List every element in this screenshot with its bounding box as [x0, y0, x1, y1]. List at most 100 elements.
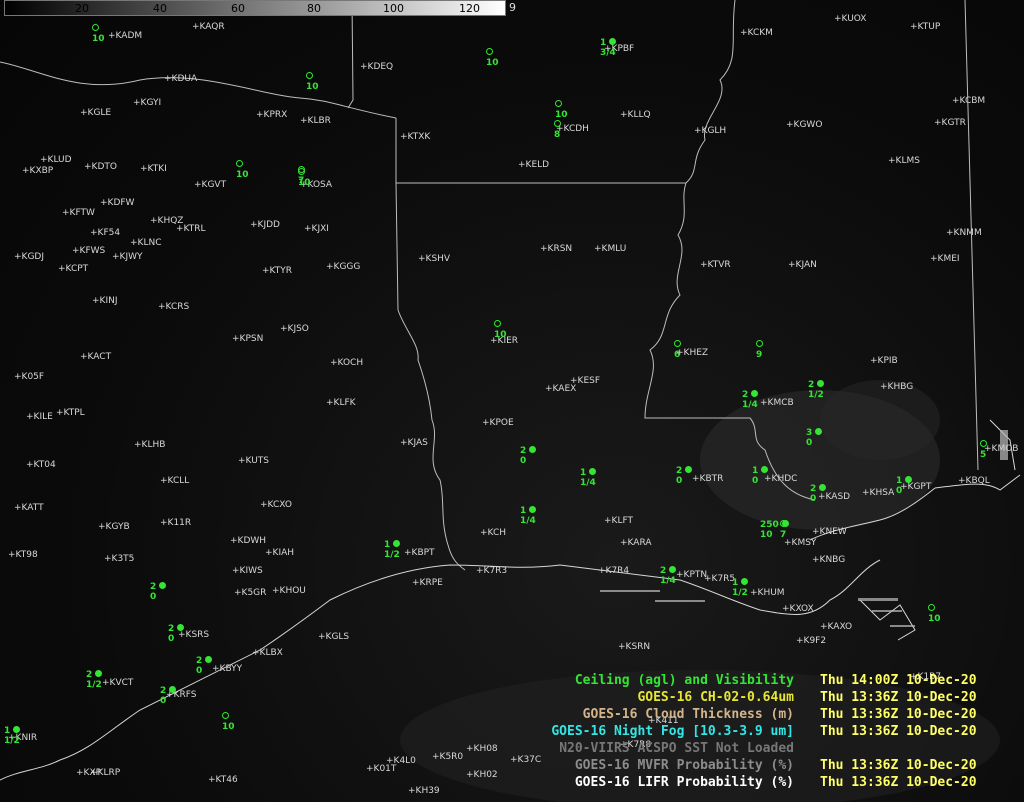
- visibility-observation: 1 0: [896, 476, 913, 496]
- visibility-value: 8: [554, 130, 561, 140]
- station-label: +K9F2: [796, 636, 827, 646]
- sky-cover-icon: [306, 72, 313, 79]
- visibility-value: 0: [752, 476, 759, 486]
- visibility-observation: 1 1/4: [520, 506, 537, 526]
- station-label: +KDTO: [84, 162, 117, 172]
- ceiling-value: 1: [580, 468, 590, 478]
- station-label: +K11R: [160, 518, 192, 528]
- visibility-observation: 1 0: [752, 466, 769, 486]
- station-label: +KH39: [408, 786, 440, 796]
- sky-cover-icon: [819, 484, 827, 491]
- station-label: +KOCH: [330, 358, 364, 368]
- station-label: +KJSO: [280, 324, 309, 334]
- station-label: +KVCT: [102, 678, 134, 688]
- visibility-observation: 10: [494, 320, 507, 340]
- station-label: +KHSA: [862, 488, 895, 498]
- visibility-value: 6: [674, 350, 681, 360]
- legend-layer-time: Thu 14:00Z 10-Dec-20: [820, 673, 977, 688]
- station-label: +KIAH: [265, 548, 295, 558]
- station-label: +KLFT: [604, 516, 633, 526]
- sky-cover-icon: [529, 506, 537, 513]
- station-label: +KJDD: [250, 220, 280, 230]
- visibility-value: 0: [810, 494, 817, 504]
- station-label: +KLMS: [888, 156, 920, 166]
- sky-cover-icon: [169, 686, 177, 693]
- station-label: +KXP: [76, 768, 102, 778]
- station-label: +KGLH: [694, 126, 727, 136]
- legend-layer-time: Thu 13:36Z 10-Dec-20: [820, 724, 977, 739]
- station-label: +KT46: [208, 775, 238, 785]
- sky-cover-icon: [980, 440, 987, 447]
- station-label: +KAEX: [545, 384, 577, 394]
- legend-layer-name: N20-VIIRS ACSPO SST Not Loaded: [559, 741, 794, 756]
- station-label: +KTXK: [400, 132, 431, 142]
- ceiling-value: 1: [4, 726, 14, 736]
- visibility-value: 1/2: [4, 736, 20, 746]
- station-label: +KH08: [466, 744, 498, 754]
- sky-cover-icon: [905, 476, 913, 483]
- legend-layer-name: GOES-16 Night Fog [10.3-3.9 um]: [551, 724, 794, 739]
- sky-cover-icon: [674, 340, 681, 347]
- visibility-value: 10: [928, 614, 941, 624]
- ceiling-value: 1: [600, 38, 610, 48]
- visibility-observation: 2 0: [676, 466, 693, 486]
- station-label: +KCBM: [952, 96, 986, 106]
- visibility-observation: 10: [306, 72, 319, 92]
- visibility-observation: 2 0: [150, 582, 167, 602]
- legend-row: GOES-16 Cloud Thickness (m) Thu 13:36Z 1…: [508, 706, 1008, 723]
- station-label: +KLHB: [134, 440, 166, 450]
- station-label: +KBPT: [404, 548, 435, 558]
- station-label: +KDFW: [100, 198, 135, 208]
- station-label: +KJAS: [400, 438, 428, 448]
- legend-layer-name: Ceiling (agl) and Visibility: [574, 673, 794, 688]
- visibility-observation: 6: [674, 340, 681, 360]
- visibility-observation: 1 1/2: [4, 726, 21, 746]
- colorbar-end-label: 9: [509, 1, 516, 14]
- station-label: +KNMM: [946, 228, 982, 238]
- legend: Ceiling (agl) and Visibility Thu 14:00Z …: [508, 672, 1008, 791]
- station-label: +K7R5: [704, 574, 736, 584]
- sky-cover-icon: [95, 670, 103, 677]
- visibility-observation: 1 1/4: [580, 468, 597, 488]
- station-label: +KIWS: [232, 566, 263, 576]
- sky-cover-icon: [298, 166, 305, 173]
- station-label: +KINJ: [92, 296, 118, 306]
- station-label: +KADM: [108, 31, 143, 41]
- station-label: +KMCB: [760, 398, 794, 408]
- station-label: +KMLU: [594, 244, 627, 254]
- station-label: +KNBG: [812, 555, 846, 565]
- colorbar-tick: 80: [307, 2, 321, 15]
- visibility-observation: 10: [222, 712, 235, 732]
- sky-cover-icon: [589, 468, 597, 475]
- station-label: +KPSN: [232, 334, 264, 344]
- visibility-observation: 10: [236, 160, 249, 180]
- station-label: +KCLL: [160, 476, 190, 486]
- station-label: +KELD: [518, 160, 550, 170]
- ceiling-value: 2: [742, 390, 752, 400]
- station-label: +KCXO: [260, 500, 292, 510]
- station-label: +K7R3: [476, 566, 508, 576]
- legend-row: GOES-16 CH-02-0.64um Thu 13:36Z 10-Dec-2…: [508, 689, 1008, 706]
- legend-row: N20-VIIRS ACSPO SST Not Loaded: [508, 740, 1008, 757]
- station-label: +KH02: [466, 770, 498, 780]
- visibility-observation: 2 0: [168, 624, 185, 644]
- legend-layer-name: GOES-16 CH-02-0.64um: [637, 690, 794, 705]
- legend-row: GOES-16 LIFR Probability (%) Thu 13:36Z …: [508, 774, 1008, 791]
- visibility-value: 0: [160, 696, 167, 706]
- visibility-observation: 1 1/2: [732, 578, 749, 598]
- visibility-observation: 10: [928, 604, 941, 624]
- sky-cover-icon: [685, 466, 693, 473]
- visibility-value: 7: [298, 176, 305, 186]
- legend-layer-time: Thu 13:36Z 10-Dec-20: [820, 775, 977, 790]
- station-label: +KJAN: [788, 260, 817, 270]
- station-label: +KLNC: [130, 238, 162, 248]
- visibility-observation: 2 1/2: [808, 380, 825, 400]
- station-label: +KUTS: [238, 456, 269, 466]
- ceiling-value: 2: [808, 380, 818, 390]
- station-label: +KUOX: [834, 14, 867, 24]
- ok-tx-red-river: [0, 61, 397, 119]
- sky-cover-icon: [205, 656, 213, 663]
- sky-cover-icon: [159, 582, 167, 589]
- legend-layer-name: GOES-16 LIFR Probability (%): [574, 775, 794, 790]
- legend-row: GOES-16 Night Fog [10.3-3.9 um] Thu 13:3…: [508, 723, 1008, 740]
